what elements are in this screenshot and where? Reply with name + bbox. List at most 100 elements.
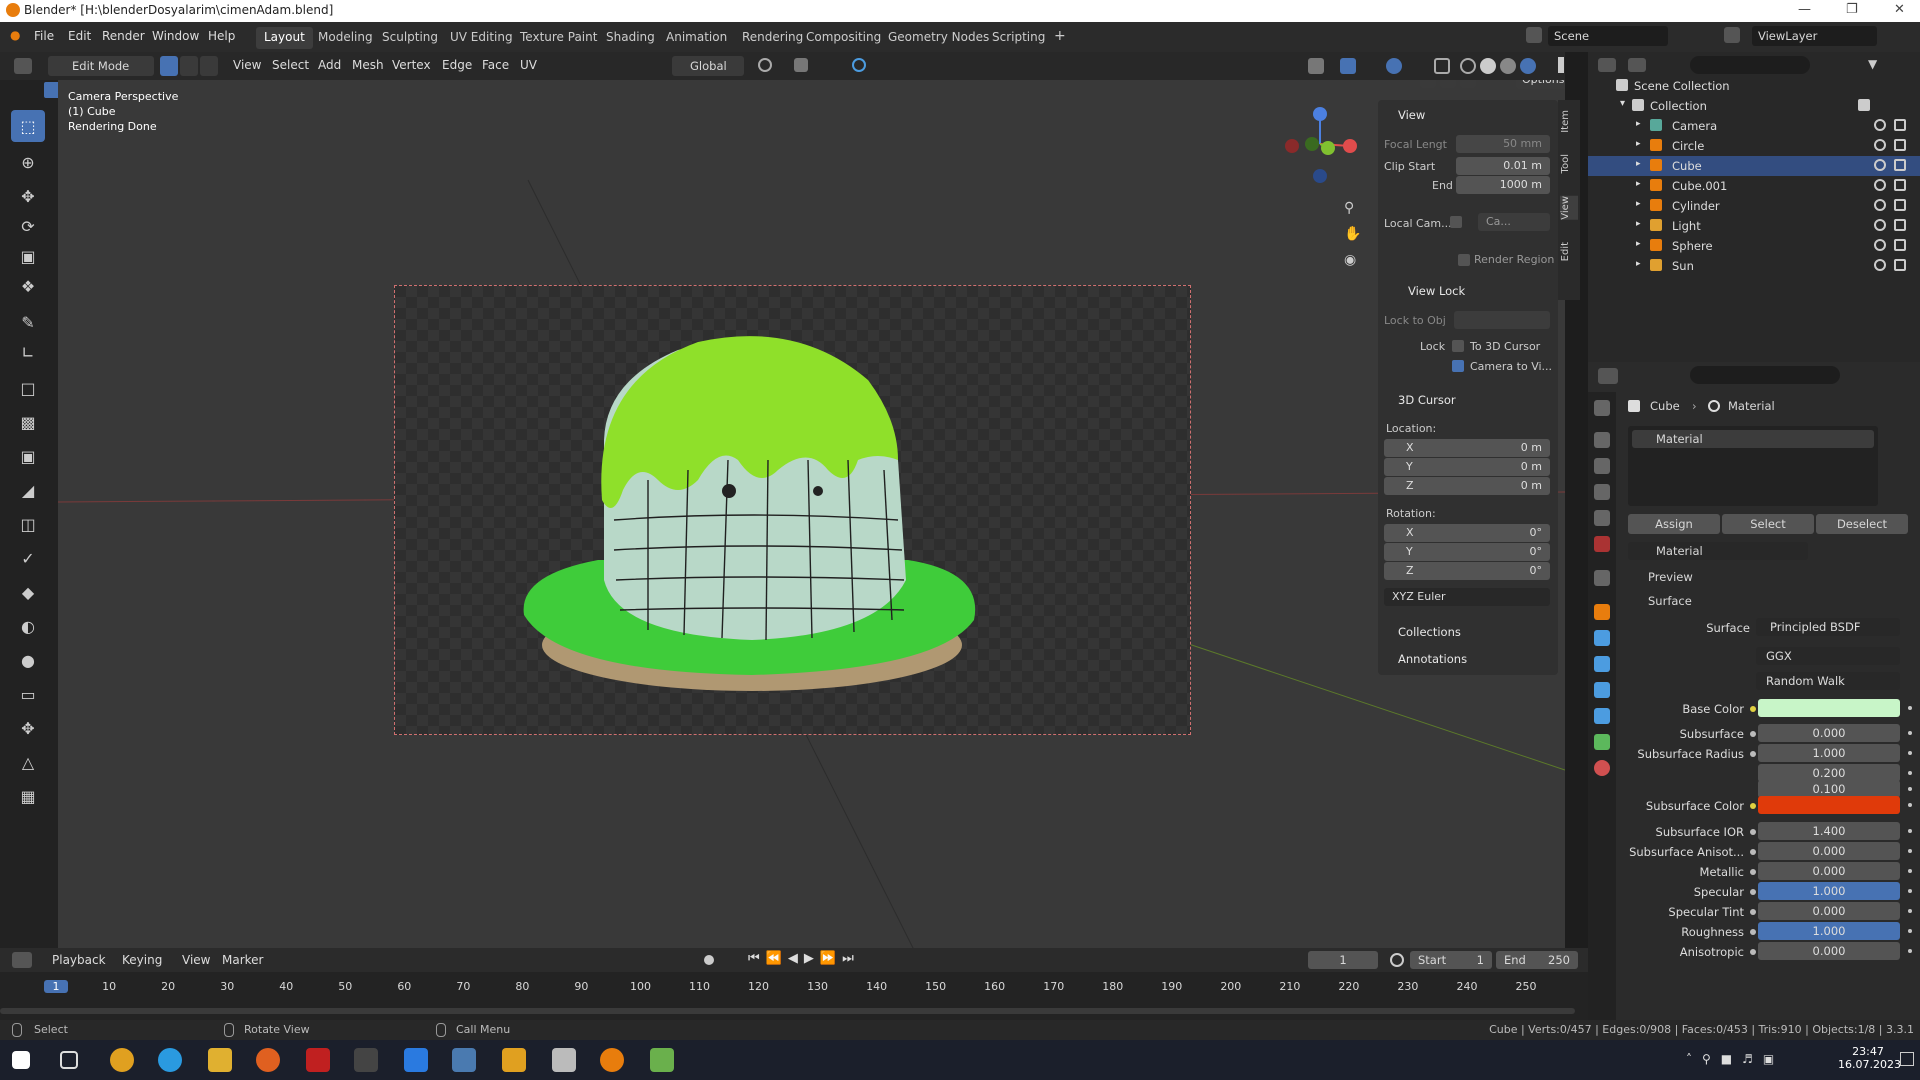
timeline-scrollbar[interactable] xyxy=(0,1008,1575,1014)
socket-dot-icon[interactable] xyxy=(1750,803,1756,809)
windows-start-icon[interactable] xyxy=(12,1051,30,1069)
start-frame-field[interactable]: Start 1 xyxy=(1410,951,1492,969)
solid-shading-icon[interactable] xyxy=(1480,58,1496,74)
cursor-tool-icon[interactable]: ⊕ xyxy=(11,146,45,178)
xray-icon[interactable] xyxy=(1434,58,1450,74)
socket-dot-icon[interactable] xyxy=(1750,829,1756,835)
store-icon[interactable] xyxy=(404,1048,428,1072)
current-frame-field[interactable]: 1 xyxy=(1308,951,1378,969)
color-swatch[interactable] xyxy=(1758,796,1900,814)
properties-editor-icon[interactable] xyxy=(1598,368,1618,384)
tab-scripting[interactable]: Scripting xyxy=(984,27,1053,49)
close-icon[interactable]: ✕ xyxy=(1894,2,1905,17)
transform-tool-icon[interactable]: ❖ xyxy=(11,270,45,302)
annotate-tool-icon[interactable]: ✎ xyxy=(11,306,45,338)
menu-help[interactable]: Help xyxy=(208,29,235,43)
move-tool-icon[interactable]: ✥ xyxy=(11,180,45,212)
eye-icon[interactable] xyxy=(1874,259,1886,271)
local-camera-field[interactable]: Ca... xyxy=(1478,213,1550,231)
vp-menu-vertex[interactable]: Vertex xyxy=(392,58,431,72)
distribution-dropdown[interactable]: GGX xyxy=(1756,647,1900,665)
view-layer-icon[interactable] xyxy=(1724,27,1740,43)
camera-render-icon[interactable] xyxy=(1894,119,1906,131)
cursor-location-z[interactable]: Z 0 m xyxy=(1384,477,1550,495)
eye-icon[interactable] xyxy=(1874,159,1886,171)
file-explorer-icon[interactable] xyxy=(208,1048,232,1072)
blender-taskbar-icon[interactable] xyxy=(600,1048,624,1072)
gizmo-icon[interactable] xyxy=(1340,58,1356,74)
tab-texture-paint[interactable]: Texture Paint xyxy=(512,27,605,49)
timeline-menu-view[interactable]: View xyxy=(182,953,210,967)
keyframe-dot-icon[interactable] xyxy=(1908,751,1912,755)
cursor-rotation-x[interactable]: X 0° xyxy=(1384,524,1550,542)
current-frame-marker[interactable]: 1 xyxy=(44,980,68,993)
options-dropdown[interactable]: Options xyxy=(1516,80,1565,89)
app-icon-1[interactable] xyxy=(452,1048,476,1072)
clip-end-field[interactable]: 1000 m xyxy=(1456,176,1550,194)
vp-menu-view[interactable]: View xyxy=(233,58,261,72)
local-camera-checkbox[interactable] xyxy=(1450,216,1462,228)
to-3d-cursor-checkbox[interactable] xyxy=(1452,340,1464,352)
shear-tool-icon[interactable]: △ xyxy=(11,746,45,778)
outliner-item-cylinder[interactable]: ▸ Cylinder xyxy=(1588,196,1920,216)
smooth-tool-icon[interactable]: ● xyxy=(11,644,45,676)
timeline-menu-playback[interactable]: Playback xyxy=(52,953,106,967)
mirror-z-toggle[interactable]: Z xyxy=(1460,80,1476,88)
socket-dot-icon[interactable] xyxy=(1750,731,1756,737)
scene-collection-row[interactable]: Scene Collection xyxy=(1588,76,1920,96)
collection-tab-icon[interactable] xyxy=(1594,570,1610,586)
inset-tool-icon[interactable]: ▣ xyxy=(11,440,45,472)
clip-start-field[interactable]: 0.01 m xyxy=(1456,157,1550,175)
outliner-item-cube[interactable]: ▸ Cube xyxy=(1588,156,1920,176)
lock-to-object-field[interactable] xyxy=(1454,311,1550,329)
keyframe-dot-icon[interactable] xyxy=(1908,706,1912,710)
outliner-item-sphere[interactable]: ▸ Sphere xyxy=(1588,236,1920,256)
eye-icon[interactable] xyxy=(1874,179,1886,191)
eye-icon[interactable] xyxy=(1874,239,1886,251)
vp-menu-select[interactable]: Select xyxy=(272,58,309,72)
visibility-icon[interactable] xyxy=(1308,58,1324,74)
menu-render[interactable]: Render xyxy=(102,29,145,43)
extrude-tool-icon[interactable]: ▩ xyxy=(11,406,45,438)
navigation-gizmo[interactable] xyxy=(1270,106,1370,186)
subsurface-method-dropdown[interactable]: Random Walk xyxy=(1756,672,1900,690)
camera-render-icon[interactable] xyxy=(1894,139,1906,151)
prop-value-field[interactable]: 0.000 xyxy=(1758,724,1900,742)
rendered-shading-icon[interactable] xyxy=(1520,58,1536,74)
tab-geometry-nodes[interactable]: Geometry Nodes xyxy=(880,27,997,49)
poly-build-tool-icon[interactable]: ◆ xyxy=(11,576,45,608)
filter-icon[interactable]: ▼ xyxy=(1868,57,1884,73)
camera-render-icon[interactable] xyxy=(1894,259,1906,271)
color-swatch[interactable] xyxy=(1758,699,1900,717)
outliner-item-cube-001[interactable]: ▸ Cube.001 xyxy=(1588,176,1920,196)
output-tab-icon[interactable] xyxy=(1594,458,1610,474)
outliner-editor-icon[interactable] xyxy=(1598,58,1616,72)
tab-layout[interactable]: Layout xyxy=(256,27,313,49)
overlay-icon[interactable] xyxy=(1386,58,1402,74)
cursor-rotation-z[interactable]: Z 0° xyxy=(1384,562,1550,580)
constraints-tab-icon[interactable] xyxy=(1594,708,1610,724)
scene-selector[interactable]: Scene xyxy=(1548,26,1668,46)
rotation-mode-dropdown[interactable]: XYZ Euler xyxy=(1384,588,1550,606)
camera-render-icon[interactable] xyxy=(1894,239,1906,251)
particles-tab-icon[interactable] xyxy=(1594,656,1610,672)
snap-icon[interactable] xyxy=(794,58,808,72)
material-shading-icon[interactable] xyxy=(1500,58,1516,74)
face-select-icon[interactable] xyxy=(200,56,218,76)
timeline-area[interactable]: 1 10 20 30 40 50 60 70 80 90 100 110 120 130 140 150 160… xyxy=(0,972,1588,1020)
world-tab-icon[interactable] xyxy=(1594,536,1610,552)
3d-viewport[interactable]: Camera Perspective (1) Cube Rendering Do… xyxy=(58,80,1565,958)
material-datablock-field[interactable]: Material xyxy=(1628,542,1808,560)
timeline-menu-keying[interactable]: Keying xyxy=(122,953,162,967)
material-slot-item[interactable]: Material xyxy=(1632,430,1874,448)
view-layer-tab-icon[interactable] xyxy=(1594,484,1610,500)
vertex-select-icon[interactable] xyxy=(160,56,178,76)
tab-shading[interactable]: Shading xyxy=(598,27,663,49)
expand-icon[interactable]: ▸ xyxy=(1636,259,1641,269)
prop-value-field[interactable]: 1.000 xyxy=(1758,882,1900,900)
display-mode-icon[interactable] xyxy=(1628,58,1646,72)
scene-icon[interactable] xyxy=(1526,27,1542,43)
keyframe-dot-icon[interactable] xyxy=(1908,771,1912,775)
tool-tab-icon[interactable] xyxy=(1594,400,1610,416)
notepad-taskbar-icon[interactable] xyxy=(650,1048,674,1072)
